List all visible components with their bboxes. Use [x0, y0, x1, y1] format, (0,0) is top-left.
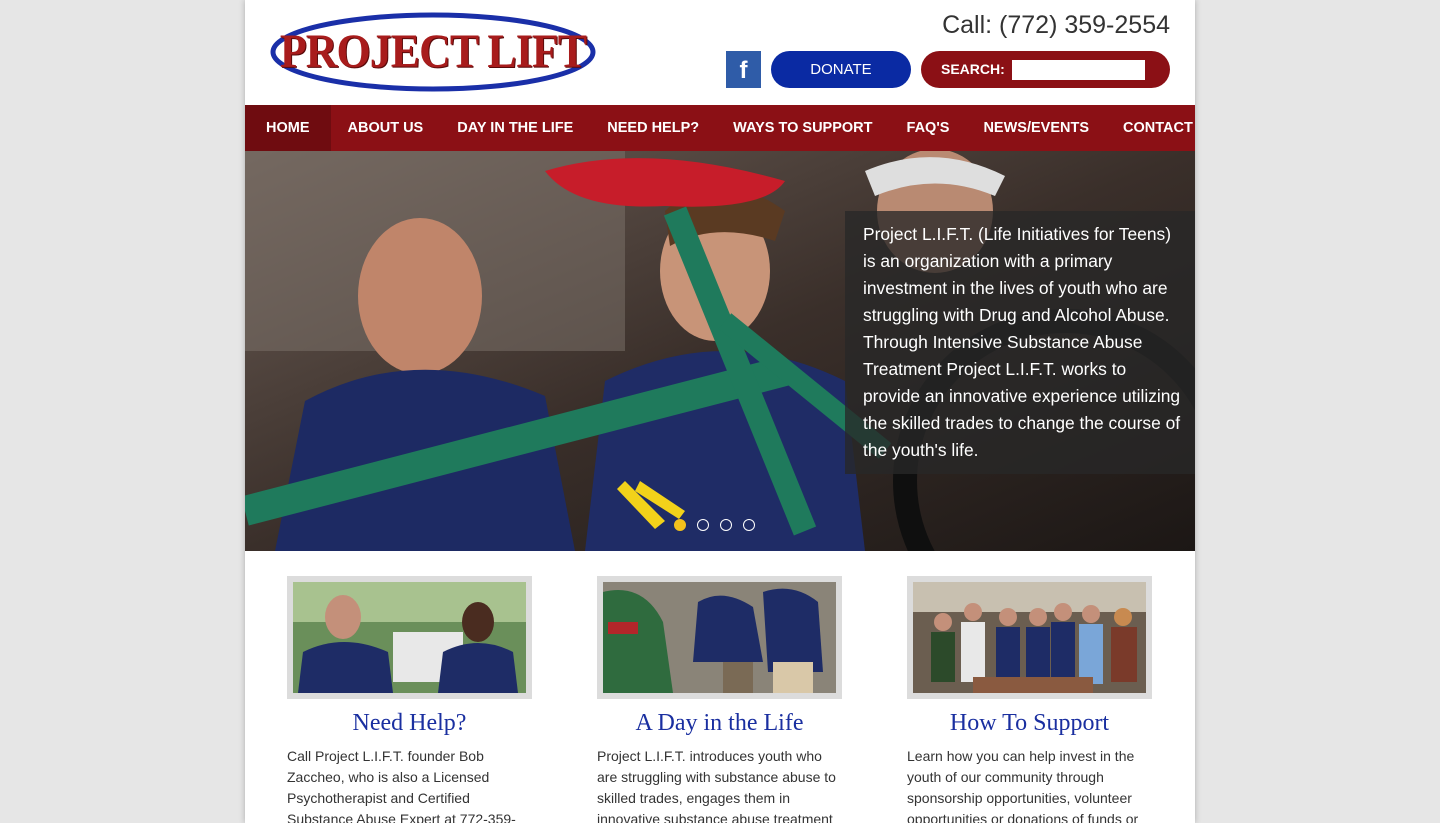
- search-input[interactable]: [1012, 60, 1145, 80]
- feature-day-in-the-life: A Day in the Life Project L.I.F.T. intro…: [597, 576, 842, 823]
- logo-text: PROJECT LIFT: [279, 24, 587, 78]
- hero-caption: Project L.I.F.T. (Life Initiatives for T…: [863, 224, 1181, 460]
- nav-item-home[interactable]: HOME: [245, 105, 331, 151]
- facebook-icon[interactable]: f: [726, 51, 761, 88]
- day-in-the-life-text: Project L.I.F.T. introduces youth who ar…: [597, 748, 836, 823]
- need-help-photo-graphic: [293, 582, 526, 693]
- day-in-the-life-title[interactable]: A Day in the Life: [597, 709, 842, 737]
- how-to-support-photo-graphic: [913, 582, 1146, 693]
- project-lift-logo[interactable]: PROJECT LIFT: [270, 12, 596, 92]
- hero-caption-panel: Project L.I.F.T. (Life Initiatives for T…: [845, 211, 1195, 474]
- feature-need-help: Need Help? Call Project L.I.F.T. founder…: [287, 576, 532, 823]
- slider-dot-4[interactable]: [743, 519, 755, 531]
- slider-pagination: [674, 519, 766, 533]
- need-help-photo[interactable]: [287, 576, 532, 699]
- how-to-support-title[interactable]: How To Support: [907, 709, 1152, 737]
- nav-item-about-us[interactable]: ABOUT US: [331, 105, 441, 151]
- nav-item-contact[interactable]: CONTACT: [1106, 105, 1195, 151]
- hero-slider[interactable]: Project L.I.F.T. (Life Initiatives for T…: [245, 151, 1195, 551]
- how-to-support-photo[interactable]: [907, 576, 1152, 699]
- page-container: PROJECT LIFT Call: (772) 359-2554 f DONA…: [245, 0, 1195, 823]
- donate-button[interactable]: DONATE: [771, 51, 911, 88]
- nav-item-faqs[interactable]: FAQ'S: [890, 105, 967, 151]
- day-in-the-life-photo[interactable]: [597, 576, 842, 699]
- main-nav: HOME ABOUT US DAY IN THE LIFE NEED HELP?…: [245, 105, 1195, 151]
- search-bar: SEARCH:: [921, 51, 1170, 88]
- slider-dot-3[interactable]: [720, 519, 732, 531]
- need-help-title[interactable]: Need Help?: [287, 709, 532, 737]
- slider-dot-1[interactable]: [674, 519, 686, 531]
- search-label: SEARCH:: [941, 61, 1005, 77]
- phone-number: Call: (772) 359-2554: [942, 11, 1170, 39]
- need-help-text: Call Project L.I.F.T. founder Bob Zacche…: [287, 748, 516, 823]
- day-in-the-life-photo-graphic: [603, 582, 836, 693]
- nav-item-need-help[interactable]: NEED HELP?: [590, 105, 716, 151]
- nav-item-news-events[interactable]: NEWS/EVENTS: [966, 105, 1106, 151]
- slider-dot-2[interactable]: [697, 519, 709, 531]
- nav-item-day-in-the-life[interactable]: DAY IN THE LIFE: [440, 105, 590, 151]
- feature-how-to-support: How To Support Learn how you can help in…: [907, 576, 1152, 823]
- nav-item-ways-to-support[interactable]: WAYS TO SUPPORT: [716, 105, 889, 151]
- how-to-support-text: Learn how you can help invest in the you…: [907, 748, 1139, 823]
